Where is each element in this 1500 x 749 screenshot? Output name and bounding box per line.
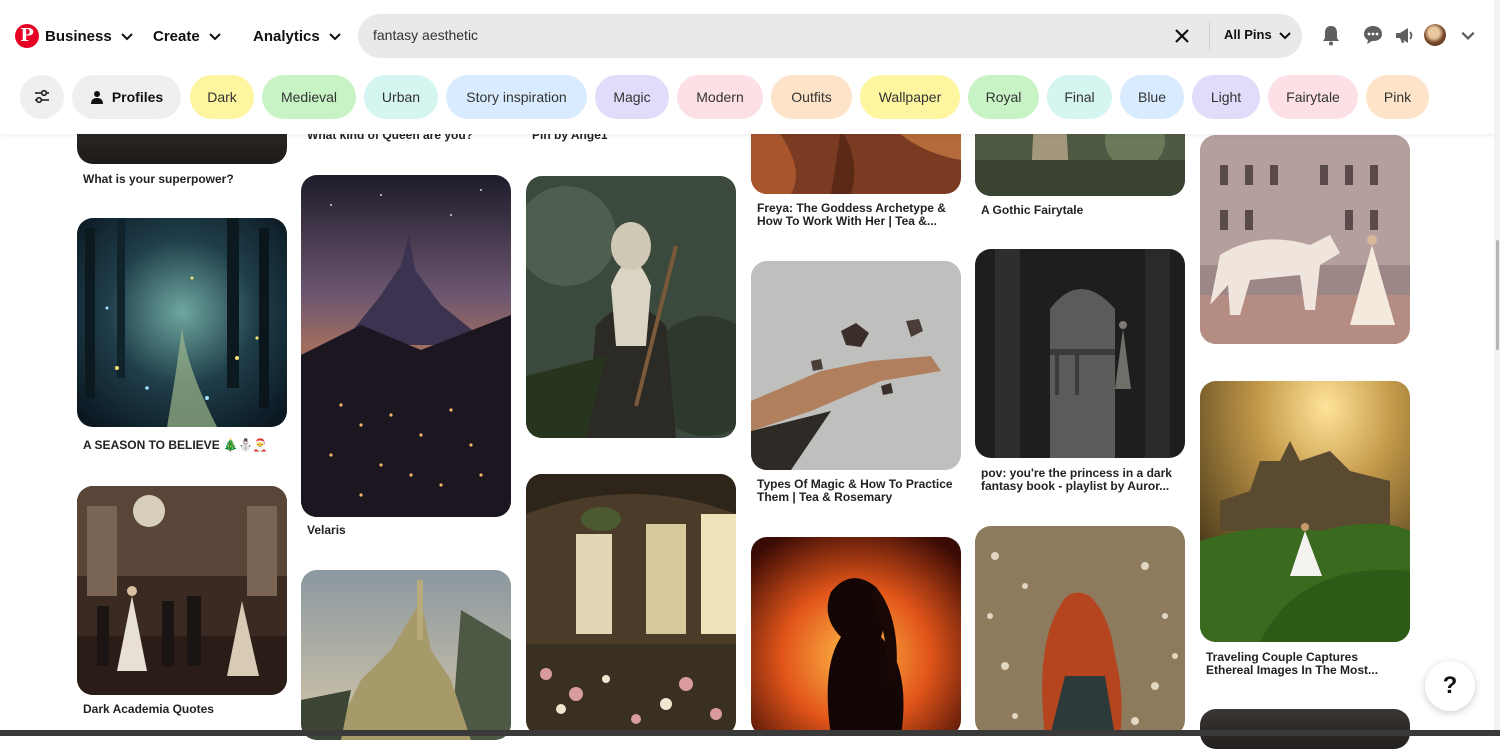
filter-chip-light[interactable]: Light bbox=[1192, 75, 1260, 119]
filter-chip-wallpaper[interactable]: Wallpaper bbox=[860, 75, 960, 119]
pin-image[interactable] bbox=[975, 249, 1185, 458]
castle-sunset-picture bbox=[1200, 381, 1410, 642]
bell-icon[interactable] bbox=[1320, 24, 1342, 46]
scrollbar-thumb[interactable] bbox=[1496, 240, 1499, 350]
night-city-picture bbox=[301, 175, 511, 517]
pin-title[interactable]: What is your superpower? bbox=[83, 173, 283, 186]
search-input[interactable]: fantasy aesthetic bbox=[373, 27, 478, 43]
pin-image[interactable] bbox=[77, 486, 287, 695]
pin-title[interactable]: A SEASON TO BELIEVE 🎄⛄🎅 bbox=[83, 439, 283, 452]
pin-image[interactable] bbox=[751, 537, 961, 736]
nav-analytics-menu[interactable]: Analytics bbox=[253, 22, 342, 50]
nav-create-label: Create bbox=[153, 27, 200, 45]
pin-title[interactable]: Types Of Magic & How To Practice Them | … bbox=[757, 478, 957, 504]
nav-create-menu[interactable]: Create bbox=[153, 22, 222, 50]
pin-image[interactable] bbox=[301, 570, 511, 740]
nav-analytics-label: Analytics bbox=[253, 27, 320, 45]
pin-title[interactable]: Velaris bbox=[307, 524, 507, 537]
castle-cliff-picture bbox=[301, 570, 511, 740]
magic-hand-picture bbox=[751, 261, 961, 470]
filter-chip-story-inspiration[interactable]: Story inspiration bbox=[446, 75, 587, 119]
help-button[interactable]: ? bbox=[1425, 661, 1475, 711]
pin-image[interactable] bbox=[526, 474, 736, 736]
search-divider bbox=[1209, 22, 1210, 50]
pin-title[interactable]: A Gothic Fairytale bbox=[981, 204, 1181, 217]
nav-business-menu[interactable]: Business bbox=[45, 22, 134, 50]
avatar[interactable] bbox=[1424, 24, 1446, 46]
pin-title[interactable]: Traveling Couple Captures Ethereal Image… bbox=[1206, 651, 1406, 677]
pin-title[interactable]: Dark Academia Quotes bbox=[83, 703, 283, 716]
close-icon[interactable] bbox=[1172, 26, 1192, 46]
filter-chip-pink[interactable]: Pink bbox=[1366, 75, 1429, 119]
account-chevron-down-icon[interactable] bbox=[1460, 24, 1476, 46]
red-hair-flowers-picture bbox=[975, 526, 1185, 736]
nav-business-label: Business bbox=[45, 27, 112, 45]
filter-chip-outfits[interactable]: Outfits bbox=[771, 75, 852, 119]
ballroom-dance-picture bbox=[77, 486, 287, 695]
filter-chip-blue[interactable]: Blue bbox=[1120, 75, 1184, 119]
pin-title[interactable]: pov: you're the princess in a dark fanta… bbox=[981, 467, 1181, 493]
pin-image[interactable] bbox=[751, 261, 961, 470]
pin-image[interactable] bbox=[1200, 381, 1410, 642]
megaphone-icon[interactable] bbox=[1394, 24, 1416, 46]
chevron-down-icon bbox=[208, 33, 221, 41]
scrollbar-track[interactable] bbox=[1494, 0, 1500, 736]
forest-path-picture bbox=[77, 218, 287, 427]
pin-image[interactable] bbox=[1200, 135, 1410, 344]
pin-image[interactable] bbox=[301, 175, 511, 517]
chevron-down-icon bbox=[1278, 31, 1291, 39]
filter-chip-final[interactable]: Final bbox=[1047, 75, 1112, 119]
chevron-down-icon bbox=[328, 33, 341, 41]
filter-chip-medieval[interactable]: Medieval bbox=[262, 75, 356, 119]
filter-chip-magic[interactable]: Magic bbox=[595, 75, 669, 119]
princess-balcony-picture bbox=[975, 249, 1185, 458]
chevron-down-icon bbox=[120, 33, 133, 41]
flower-greenhouse-picture bbox=[526, 474, 736, 736]
pin-image[interactable] bbox=[1200, 709, 1410, 749]
white-horse-castle-picture bbox=[1200, 135, 1410, 344]
search-scope-label: All Pins bbox=[1224, 27, 1272, 42]
filter-chip-urban[interactable]: Urban bbox=[364, 75, 438, 119]
profiles-filter-label: Profiles bbox=[111, 89, 164, 105]
search-scope-dropdown[interactable]: All Pins bbox=[1224, 27, 1292, 42]
pin-image[interactable] bbox=[526, 176, 736, 438]
pinterest-logo-icon[interactable]: P bbox=[15, 24, 39, 48]
filter-button[interactable] bbox=[20, 75, 64, 119]
pin-image[interactable] bbox=[975, 526, 1185, 736]
archer-forest-picture bbox=[526, 176, 736, 438]
profiles-filter-chip[interactable]: Profiles bbox=[72, 75, 181, 119]
sliders-icon bbox=[35, 89, 49, 104]
filter-chip-fairytale[interactable]: Fairytale bbox=[1268, 75, 1358, 119]
filter-chip-dark[interactable]: Dark bbox=[190, 75, 254, 119]
messages-icon[interactable] bbox=[1362, 24, 1384, 46]
pin-image[interactable] bbox=[77, 218, 287, 427]
top-header: P Business Create Analytics fantasy aest… bbox=[0, 0, 1500, 134]
taskbar-strip bbox=[0, 730, 1500, 736]
search-bar[interactable]: fantasy aesthetic All Pins bbox=[358, 14, 1302, 58]
person-icon bbox=[90, 91, 103, 104]
filter-chip-modern[interactable]: Modern bbox=[677, 75, 763, 119]
fire-silhouette-picture bbox=[751, 537, 961, 736]
pin-title[interactable]: Freya: The Goddess Archetype & How To Wo… bbox=[757, 202, 957, 228]
filter-chip-royal[interactable]: Royal bbox=[968, 75, 1039, 119]
